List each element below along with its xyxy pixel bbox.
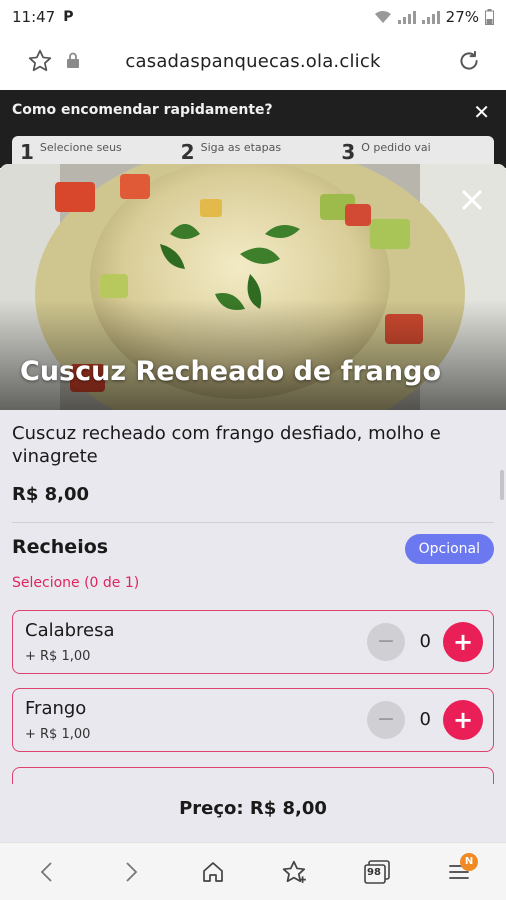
battery-level: 27% — [445, 8, 479, 26]
signal-icon — [397, 10, 416, 24]
close-hint-icon[interactable]: ✕ — [473, 100, 490, 124]
product-price: R$ 8,00 — [12, 484, 90, 505]
notification-badge: N — [460, 853, 478, 871]
quantity-value: 0 — [419, 709, 431, 730]
background-page: Como encomendar rapidamente? ✕ 1 Selecio… — [0, 90, 506, 168]
option-name: Calabresa — [25, 620, 115, 641]
tabs-button[interactable]: 98 — [362, 857, 392, 887]
chevron-left-icon — [40, 862, 52, 882]
product-title: Cuscuz Recheado de frango — [20, 356, 442, 387]
step-number: 3 — [341, 140, 356, 164]
tabs-count: 98 — [367, 867, 381, 878]
back-button[interactable] — [32, 857, 62, 887]
browser-bottom-nav: 98 N — [0, 842, 506, 900]
status-bar: 11:47 P 27% — [0, 0, 506, 34]
option-frango[interactable]: Frango + R$ 1,00 − 0 + — [12, 688, 494, 752]
decrease-button[interactable]: − — [367, 623, 405, 661]
step-text: Selecione seus — [39, 141, 122, 154]
selection-hint: Selecione (0 de 1) — [12, 575, 140, 591]
home-button[interactable] — [198, 857, 228, 887]
decrease-button[interactable]: − — [367, 701, 405, 739]
status-icons: 27% — [374, 8, 494, 26]
how-to-order-hint: Como encomendar rapidamente? — [12, 102, 273, 118]
product-modal: Cuscuz Recheado de frango Cuscuz rechead… — [0, 164, 506, 842]
bookmark-star-add-icon — [282, 860, 306, 883]
step-text: O pedido vai — [361, 141, 431, 154]
optional-badge: Opcional — [404, 534, 494, 564]
bookmarks-button[interactable] — [280, 857, 310, 887]
quantity-value: 0 — [419, 631, 431, 652]
option-extra-price: + R$ 1,00 — [25, 727, 91, 742]
app-notification-icon: P — [63, 9, 74, 25]
reload-icon[interactable] — [456, 48, 482, 74]
signal-icon-2 — [421, 10, 440, 24]
home-icon — [203, 862, 223, 882]
browser-address-bar: casadaspanquecas.ola.click — [0, 34, 506, 90]
clock: 11:47 — [12, 8, 56, 26]
step-number: 2 — [180, 140, 195, 164]
option-calabresa[interactable]: Calabresa + R$ 1,00 − 0 + — [12, 610, 494, 674]
forward-button[interactable] — [116, 857, 146, 887]
url-field[interactable]: casadaspanquecas.ola.click — [0, 51, 506, 72]
step-number: 1 — [20, 140, 34, 164]
scrollbar[interactable] — [500, 470, 504, 500]
battery-icon — [485, 9, 494, 25]
chevron-right-icon — [126, 862, 138, 882]
option-extra-price: + R$ 1,00 — [25, 649, 91, 664]
close-icon[interactable] — [456, 184, 488, 216]
wifi-icon — [374, 11, 391, 23]
product-description: Cuscuz recheado com frango desfiado, mol… — [12, 423, 441, 467]
increase-button[interactable]: + — [443, 622, 483, 662]
step-text: Siga as etapas — [200, 141, 282, 154]
divider — [12, 522, 494, 523]
increase-button[interactable]: + — [443, 700, 483, 740]
total-price-bar[interactable]: Preço: R$ 8,00 — [0, 784, 506, 842]
option-name: Frango — [25, 698, 87, 719]
group-title: Recheios — [12, 536, 109, 558]
